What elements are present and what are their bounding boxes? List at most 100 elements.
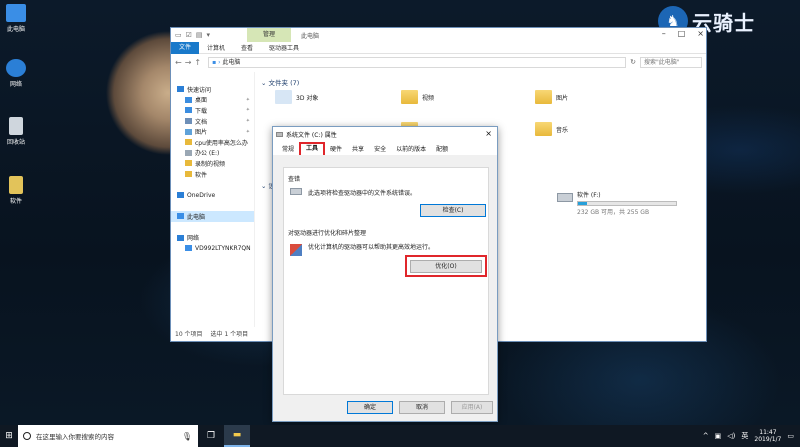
- tab-general[interactable]: 常规: [277, 144, 299, 155]
- sidebar-item[interactable]: 快速访问: [171, 84, 254, 95]
- sidebar-item-label: 下载: [195, 107, 208, 115]
- folder-music[interactable]: 音乐: [535, 122, 568, 136]
- download-folder-icon: [185, 107, 192, 114]
- address-bar[interactable]: ▪ › 此电脑: [208, 56, 627, 68]
- group-label: 文件夹 (7): [268, 79, 300, 87]
- maximize-icon[interactable]: □: [678, 29, 686, 38]
- sidebar-item[interactable]: OneDrive: [171, 190, 254, 201]
- sidebar-item[interactable]: 图片 ✦: [171, 126, 254, 137]
- group-header-folders[interactable]: ⌄ 文件夹 (7): [261, 77, 299, 87]
- window-title: 此电脑: [301, 33, 320, 40]
- system-tray: ^ ▣ ◁) 英 11:47 2019/1/7 ▭: [703, 429, 800, 443]
- error-checking-text: 此选项将检查驱动器中的文件系统错误。: [308, 190, 417, 197]
- close-icon[interactable]: ×: [485, 129, 492, 138]
- minimize-icon[interactable]: –: [662, 29, 666, 38]
- desktop-icon-this-pc[interactable]: 此电脑: [2, 4, 30, 33]
- folder-pictures[interactable]: 图片: [535, 90, 568, 104]
- ribbon-tab-file[interactable]: 文件: [171, 41, 200, 54]
- folder-icon: [185, 160, 192, 167]
- folder-videos[interactable]: 视频: [401, 90, 434, 104]
- pictures-folder-icon: [185, 128, 192, 135]
- pin-icon: ✦: [245, 118, 250, 125]
- sidebar-item[interactable]: 文档 ✦: [171, 116, 254, 127]
- manage-context-tab[interactable]: 管理: [247, 28, 291, 42]
- tab-tools[interactable]: 工具: [299, 142, 326, 155]
- network-tray-icon[interactable]: ▣: [715, 432, 722, 440]
- properties-icon[interactable]: ☑: [186, 31, 192, 39]
- desktop-icon-software[interactable]: 软件: [2, 176, 30, 205]
- sidebar-item[interactable]: cpu使用率高怎么办: [171, 137, 254, 148]
- file-explorer-icon: ▬: [232, 430, 242, 440]
- computer-icon: [185, 245, 192, 252]
- tab-hardware[interactable]: 硬件: [325, 144, 347, 155]
- address-bar-row: ←→↑ ▪ › 此电脑 ↻ 搜索"此电脑": [171, 54, 706, 70]
- apply-button[interactable]: 应用(A): [451, 401, 493, 414]
- desktop-icon-label: 回收站: [6, 139, 25, 146]
- new-folder-icon[interactable]: ▤: [196, 31, 203, 39]
- clock-time: 11:47: [759, 429, 777, 436]
- ribbon-tab-view[interactable]: 查看: [233, 43, 261, 52]
- refresh-icon[interactable]: ↻: [630, 58, 636, 66]
- pin-icon: ✦: [245, 107, 250, 114]
- input-language[interactable]: 英: [741, 431, 748, 441]
- sidebar-item[interactable]: VD992LTYNKR7QN: [171, 243, 254, 254]
- notification-icon[interactable]: ▭: [787, 432, 794, 440]
- desktop-icon-label: 软件: [9, 198, 22, 205]
- cancel-button[interactable]: 取消: [399, 401, 445, 414]
- chevron-down-icon[interactable]: ▾: [207, 31, 211, 39]
- sidebar-item-label: cpu使用率高怎么办: [195, 139, 248, 147]
- window-controls: – □ ×: [662, 29, 704, 38]
- taskbar: ⊞ 在这里输入你要搜索的内容 🎙︎ ❐ ▬ ^ ▣ ◁) 英 11:47 201…: [0, 425, 800, 447]
- folder-label: 3D 对象: [296, 94, 319, 102]
- taskbar-search[interactable]: 在这里输入你要搜索的内容 🎙︎: [18, 425, 198, 447]
- chevron-up-icon[interactable]: ^: [703, 432, 709, 440]
- ribbon-tab-computer[interactable]: 计算机: [199, 43, 233, 52]
- close-icon[interactable]: ×: [697, 29, 704, 38]
- sidebar-item[interactable]: 此电脑: [171, 211, 254, 222]
- address-text: 此电脑: [222, 58, 241, 66]
- ribbon-tab-drive-tools[interactable]: 驱动器工具: [261, 43, 307, 52]
- volume-icon[interactable]: ◁): [727, 432, 735, 440]
- dialog-tabs: 常规 工具 硬件 共享 安全 以前的版本 配额: [273, 141, 497, 155]
- pin-icon: ✦: [245, 96, 250, 103]
- sidebar-item-label: 桌面: [195, 97, 208, 105]
- sidebar-item-label: 办公 (E:): [195, 150, 220, 158]
- drive-software-f[interactable]: 软件 (F:) 232 GB 可用，共 255 GB: [557, 190, 677, 216]
- drive-free-space: 232 GB 可用，共 255 GB: [577, 209, 650, 216]
- folder-3d-objects[interactable]: 3D 对象: [275, 90, 318, 104]
- quick-access-toolbar: ▭ ☑ ▤ ▾: [175, 31, 210, 39]
- folder-icon[interactable]: ▭: [175, 31, 182, 39]
- tab-sharing[interactable]: 共享: [347, 144, 369, 155]
- task-view-button[interactable]: ❐: [198, 425, 224, 447]
- sidebar-item[interactable]: 下载 ✦: [171, 105, 254, 116]
- sidebar-item[interactable]: 桌面 ✦: [171, 95, 254, 106]
- microphone-icon[interactable]: 🎙︎: [182, 432, 192, 441]
- start-button[interactable]: ⊞: [0, 425, 18, 447]
- tools-tab-panel: 查错 此选项将检查驱动器中的文件系统错误。 检查(C) 对驱动器进行优化和碎片整…: [283, 167, 489, 395]
- tab-quota[interactable]: 配额: [431, 144, 453, 155]
- back-forward-up-icons[interactable]: ←→↑: [175, 58, 204, 67]
- ok-button[interactable]: 确定: [347, 401, 393, 414]
- drive-label: 软件 (F:): [577, 192, 601, 199]
- sidebar-item[interactable]: 办公 (E:): [171, 148, 254, 159]
- search-input[interactable]: 搜索"此电脑": [640, 56, 702, 68]
- onedrive-icon: [177, 192, 184, 199]
- desktop-icon-network[interactable]: 网络: [2, 59, 30, 88]
- check-button[interactable]: 检查(C): [420, 204, 486, 217]
- clock-date: 2019/1/7: [754, 436, 782, 443]
- sidebar-item[interactable]: 录制的视频: [171, 158, 254, 169]
- clock[interactable]: 11:47 2019/1/7: [754, 429, 781, 443]
- sidebar-item[interactable]: 软件: [171, 169, 254, 180]
- sidebar-item[interactable]: 网络: [171, 232, 254, 243]
- sidebar-item-label: 文档: [195, 118, 208, 126]
- desktop-icon-recycle-bin[interactable]: 回收站: [2, 117, 30, 146]
- desktop-folder-icon: [185, 96, 192, 103]
- drive-icon: [276, 131, 283, 137]
- dialog-title-bar: 系统文件 (C:) 属性 ×: [273, 127, 497, 141]
- tab-security[interactable]: 安全: [369, 144, 391, 155]
- file-explorer-taskbar-button[interactable]: ▬: [224, 425, 250, 447]
- this-pc-icon: ▪ ›: [212, 58, 223, 66]
- tab-previous-versions[interactable]: 以前的版本: [391, 144, 431, 155]
